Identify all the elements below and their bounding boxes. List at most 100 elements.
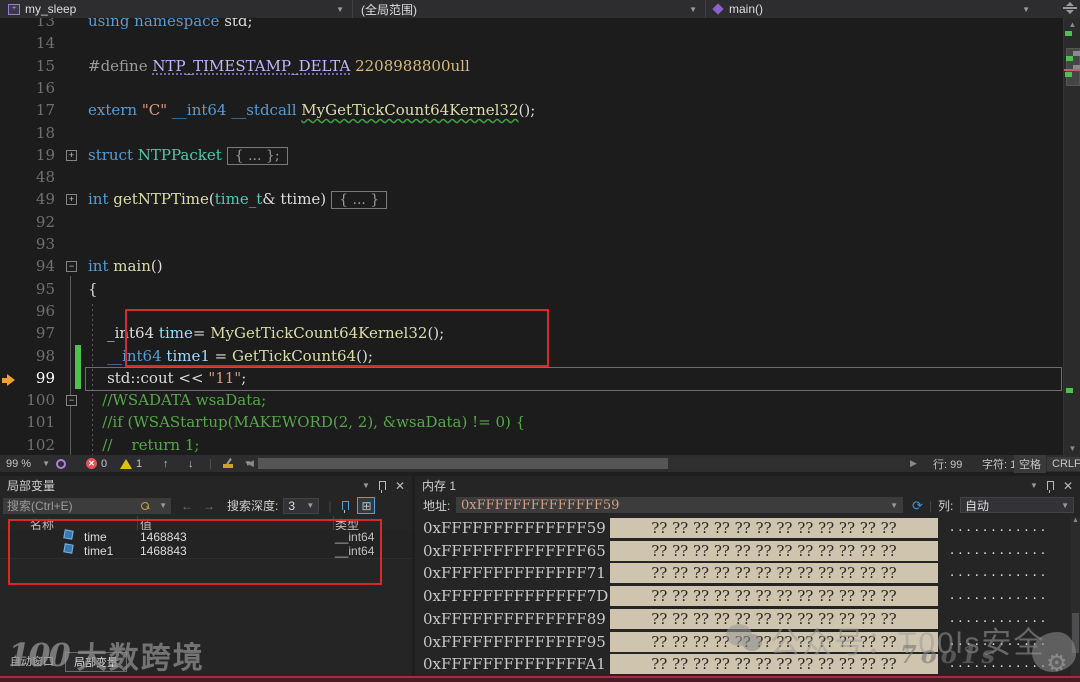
hscroll-left-icon[interactable]: ◀	[247, 455, 254, 472]
memory-bytes[interactable]: ?? ?? ?? ?? ?? ?? ?? ?? ?? ?? ?? ??	[610, 654, 938, 675]
member-dropdown[interactable]: main() ▼	[706, 0, 1058, 18]
memory-row[interactable]: 0xFFFFFFFFFFFFFF71?? ?? ?? ?? ?? ?? ?? ?…	[415, 562, 1080, 584]
code-line-100[interactable]: 100− //WSADATA wsaData;	[0, 389, 1063, 411]
search-input[interactable]: 搜索(Ctrl+E) ▼	[3, 497, 171, 514]
memory-row[interactable]: 0xFFFFFFFFFFFFFF95?? ?? ?? ?? ?? ?? ?? ?…	[415, 631, 1080, 653]
code-line-48[interactable]: 48	[0, 166, 1063, 188]
memory-ascii: . . . . . . . . . . . .	[950, 610, 1046, 626]
memory-address: 0xFFFFFFFFFFFFFF65	[423, 541, 606, 560]
hscroll-thumb[interactable]	[258, 458, 668, 469]
status-line-ending[interactable]: CRLF	[1047, 455, 1080, 472]
fold-marker[interactable]: +	[66, 149, 77, 161]
nav-forward-icon[interactable]: →	[203, 499, 215, 513]
annotation-red-box-code	[125, 309, 549, 367]
warning-indicator[interactable]: 1	[120, 455, 142, 472]
memory-bytes[interactable]: ?? ?? ?? ?? ?? ?? ?? ?? ?? ?? ?? ??	[610, 586, 938, 607]
editor-split-handle[interactable]	[1063, 1, 1077, 16]
close-icon[interactable]: ✕	[1063, 479, 1073, 493]
close-icon[interactable]: ✕	[395, 479, 405, 493]
memory-bytes[interactable]: ?? ?? ?? ?? ?? ?? ?? ?? ?? ?? ?? ??	[610, 518, 938, 538]
columns-select[interactable]: 自动 ▼	[960, 497, 1074, 513]
fold-marker[interactable]: −	[66, 395, 77, 407]
scope-dropdown[interactable]: (全局范围) ▼	[353, 0, 706, 18]
memory-scrollbar[interactable]: ▲	[1071, 517, 1080, 677]
scroll-up-icon[interactable]: ▲	[1072, 517, 1079, 524]
locals-panel-header[interactable]: 局部变量 ▼ ✕	[0, 476, 412, 495]
memory-row[interactable]: 0xFFFFFFFFFFFFFF65?? ?? ?? ?? ?? ?? ?? ?…	[415, 540, 1080, 562]
memory-bytes[interactable]: ?? ?? ?? ?? ?? ?? ?? ?? ?? ?? ?? ??	[610, 631, 938, 652]
editor-vertical-scrollbar[interactable]: ▲ ▼	[1063, 18, 1080, 455]
code-line-15[interactable]: 15 #define NTP_TIMESTAMP_DELTA 2208988800…	[0, 55, 1063, 77]
search-depth-select[interactable]: 3 ▼	[283, 497, 320, 514]
chevron-down-icon[interactable]: ▼	[884, 501, 898, 510]
warning-icon	[120, 458, 132, 469]
code-line-13[interactable]: 13 using namespace std;	[0, 18, 1063, 32]
fold-marker[interactable]: −	[66, 261, 77, 273]
line-number: 93	[35, 235, 55, 253]
divider: |	[209, 457, 212, 470]
code-line-49[interactable]: 49 + int getNTPTime(time_t& ttime){ ... }	[0, 188, 1063, 210]
memory-bytes[interactable]: ?? ?? ?? ?? ?? ?? ?? ?? ?? ?? ?? ??	[610, 608, 938, 629]
gear-icon[interactable]: ⚙	[1046, 649, 1068, 678]
document-health-icon[interactable]	[56, 455, 66, 472]
address-input[interactable]: 0xFFFFFFFFFFFFFF59 ▼	[456, 497, 903, 513]
status-column: 字符: 1	[982, 458, 1017, 471]
code-line-92[interactable]: 92	[0, 211, 1063, 233]
code-line-18[interactable]: 18	[0, 122, 1063, 144]
scrollbar-thumb[interactable]	[1072, 613, 1079, 653]
format-toggle-icon[interactable]: ⊞	[357, 497, 376, 514]
chevron-down-icon[interactable]: ▼	[1024, 481, 1038, 490]
code-line-93[interactable]: 93	[0, 233, 1063, 255]
project-dropdown[interactable]: + my_sleep ▼	[0, 0, 353, 18]
annotation-red-box-locals	[8, 519, 382, 585]
chevron-down-icon[interactable]: ▼	[356, 481, 370, 490]
horizontal-scrollbar[interactable]	[258, 458, 906, 469]
memory-ascii: . . . . . . . . . . . .	[950, 656, 1046, 672]
prev-issue-button[interactable]: ↑	[163, 455, 169, 472]
pin-icon[interactable]	[378, 481, 386, 493]
chevron-down-icon: ▼	[336, 4, 344, 14]
editor-status-bar: 99 % ▼ ✕ 0 1 ↑ ↓ | ▼ ◀ ▶ 行: 99 字符: 1 空格 C…	[0, 454, 1080, 473]
error-indicator[interactable]: ✕ 0	[86, 455, 107, 472]
memory-panel-header[interactable]: 内存 1 ▼ ✕	[415, 476, 1080, 495]
code-line-17[interactable]: 17 extern "C" __int64 __stdcall MyGetTick…	[0, 99, 1063, 121]
code-line-19[interactable]: 19 + struct NTPPacket{ ... };	[0, 144, 1063, 166]
memory-row[interactable]: 0xFFFFFFFFFFFFFF89?? ?? ?? ?? ?? ?? ?? ?…	[415, 608, 1080, 630]
memory-ascii: . . . . . . . . . . . .	[950, 588, 1046, 604]
locals-toolbar: 搜索(Ctrl+E) ▼ ← → 搜索深度: 3 ▼ | ⊞	[0, 495, 412, 516]
scroll-down-icon[interactable]: ▼	[1064, 444, 1080, 453]
scroll-up-icon[interactable]: ▲	[1064, 20, 1080, 29]
zoom-select[interactable]: 99 % ▼	[6, 455, 50, 472]
code-line-94[interactable]: 94− int main()	[0, 255, 1063, 277]
memory-ascii: . . . . . . . . . . . .	[950, 520, 1046, 535]
next-issue-button[interactable]: ↓	[188, 455, 194, 472]
line-number: 14	[35, 34, 55, 53]
editor-navigation-bar: + my_sleep ▼ (全局范围) ▼ main() ▼	[0, 0, 1080, 18]
code-text: {	[88, 279, 98, 298]
code-line-102[interactable]: 102 // return 1;	[0, 434, 1063, 455]
search-depth-label: 搜索深度:	[227, 499, 279, 513]
code-line-16[interactable]: 16	[0, 77, 1063, 99]
code-line-14[interactable]: 14	[0, 32, 1063, 54]
memory-row[interactable]: 0xFFFFFFFFFFFFFF7D?? ?? ?? ?? ?? ?? ?? ?…	[415, 585, 1080, 607]
nav-back-icon[interactable]: ←	[181, 499, 193, 513]
code-editor[interactable]: 13 using namespace std; 14 15 #define NTP_TI…	[0, 18, 1063, 455]
flag-pin-icon[interactable]	[337, 498, 353, 513]
code-text: int main()	[88, 257, 163, 276]
memory-row[interactable]: 0xFFFFFFFFFFFFFF59?? ?? ?? ?? ?? ?? ?? ?…	[415, 517, 1080, 539]
tool-window-tab-active[interactable]: 局部变量	[65, 652, 127, 672]
memory-bytes[interactable]: ?? ?? ?? ?? ?? ?? ?? ?? ?? ?? ?? ??	[610, 540, 938, 561]
scroll-mark-green	[1065, 72, 1072, 77]
refresh-icon[interactable]: ⟳	[912, 498, 923, 514]
fold-marker[interactable]: +	[66, 194, 77, 206]
line-number: 100	[26, 391, 55, 410]
hscroll-right-icon[interactable]: ▶	[910, 455, 917, 472]
tool-window-tab-inactive[interactable]: 自动窗口	[2, 652, 62, 670]
code-line-95[interactable]: 95 {	[0, 278, 1063, 300]
code-line-101[interactable]: 101 //if (WSAStartup(MAKEWORD(2, 2), &ws…	[0, 411, 1063, 433]
pin-icon[interactable]	[1046, 481, 1054, 493]
memory-row[interactable]: 0xFFFFFFFFFFFFFFA1?? ?? ?? ?? ?? ?? ?? ?…	[415, 653, 1080, 675]
chevron-down-icon[interactable]: ▼	[153, 501, 167, 510]
status-spaces[interactable]: 空格	[1014, 454, 1046, 473]
memory-bytes[interactable]: ?? ?? ?? ?? ?? ?? ?? ?? ?? ?? ?? ??	[610, 563, 938, 584]
